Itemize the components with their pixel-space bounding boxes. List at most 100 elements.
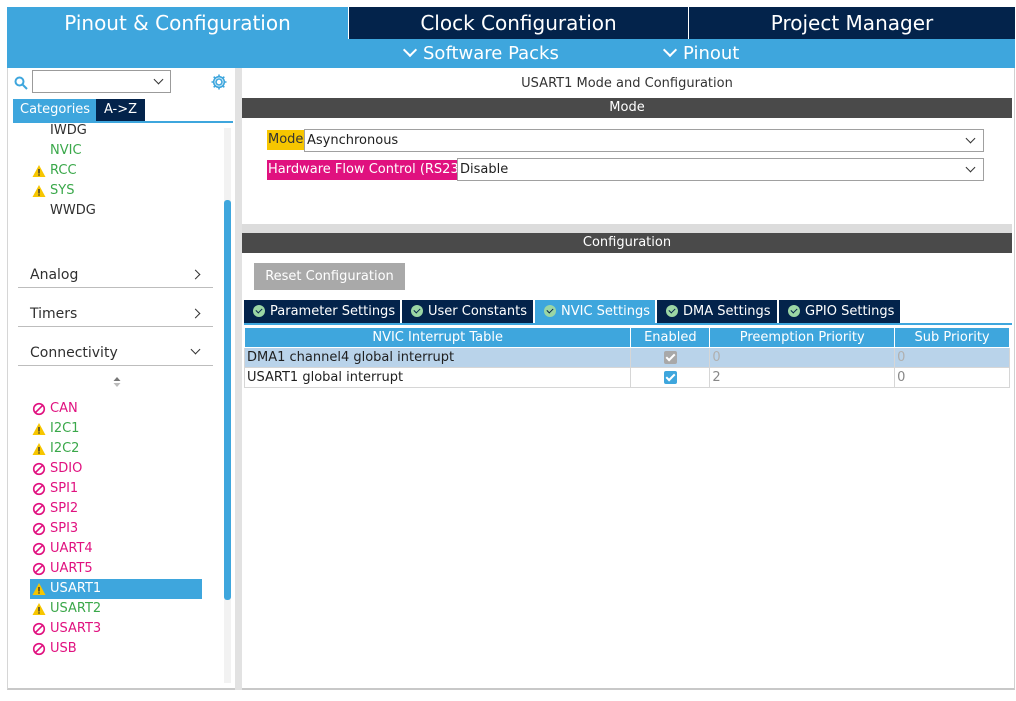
column-header[interactable]: Sub Priority [894,327,1010,348]
preemption-priority-cell: 0 [709,347,896,368]
disabled-icon [32,462,46,476]
sub-priority-cell: 0 [894,347,1010,368]
sub-priority-cell[interactable]: 0 [894,367,1010,388]
list-item-can[interactable]: CAN [30,399,202,419]
list-item-label: I2C1 [50,421,80,436]
disabled-icon [32,562,46,576]
table-row[interactable]: USART1 global interrupt 2 0 [243,367,1010,388]
list-item-label: USART2 [50,601,102,616]
mode-header: Mode [242,98,1012,118]
enabled-checkbox[interactable] [663,371,677,384]
tab-clock-configuration[interactable]: Clock Configuration [348,7,688,39]
warning-icon [32,185,46,197]
list-item-i2c2[interactable]: I2C2 [30,439,202,459]
sub-menu-bar: Software Packs Pinout [7,39,1015,68]
tab-project-manager[interactable]: Project Manager [688,7,1015,39]
list-item-rcc[interactable]: RCC [30,161,202,181]
section-analog[interactable]: Analog [18,260,213,288]
disabled-icon [32,542,46,556]
disabled-icon [32,522,46,536]
list-item-sys[interactable]: SYS [30,181,202,201]
list-item-usart1[interactable]: USART1 [30,579,202,599]
column-header[interactable]: Preemption Priority [709,327,896,348]
list-item-wwdg[interactable]: WWDG [30,201,202,221]
list-item-label: USART3 [50,621,102,636]
tab-label: GPIO Settings [805,304,895,319]
section-label: Timers [30,306,78,322]
chevron-down-icon [965,133,976,144]
list-item-label: IWDG [50,123,87,138]
chevron-down-icon [965,162,976,173]
tab-user-constants[interactable]: User Constants [402,300,533,323]
section-connectivity[interactable]: Connectivity [18,338,213,366]
list-item-usart3[interactable]: USART3 [30,619,202,639]
tab-label: DMA Settings [683,304,771,319]
list-item-iwdg[interactable]: IWDG [30,123,202,141]
list-item-spi3[interactable]: SPI3 [30,519,202,539]
hardware-flow-control-select[interactable]: Disable [457,158,984,181]
warning-icon [32,583,46,595]
mode-select-value: Asynchronous [307,133,399,148]
enabled-cell [630,367,711,388]
list-item-usart2[interactable]: USART2 [30,599,202,619]
mode-label: Mode [267,130,305,150]
list-item-uart4[interactable]: UART4 [30,539,202,559]
tab-label: NVIC Settings [561,304,650,319]
list-item-label: SPI1 [50,481,79,496]
software-packs-menu[interactable]: Software Packs [402,39,559,68]
disabled-icon [32,502,46,516]
search-icon[interactable] [14,76,28,90]
list-item-label: USB [50,641,77,656]
list-item-usb[interactable]: USB [30,639,202,659]
warning-icon [32,603,46,615]
preemption-priority-cell[interactable]: 2 [709,367,896,388]
section-label: Connectivity [30,345,118,361]
list-item-label: UART4 [50,541,93,556]
interrupt-name-cell: USART1 global interrupt [243,367,632,388]
list-item-label: SPI3 [50,521,79,536]
check-circle-icon [253,305,265,317]
tab-pinout-configuration[interactable]: Pinout & Configuration [7,7,348,39]
tab-categories[interactable]: Categories [13,99,96,121]
gear-icon[interactable] [210,73,228,91]
column-header[interactable]: Enabled [630,327,711,348]
warning-icon [32,423,46,435]
list-item-label: SYS [50,183,75,198]
category-tree: IWDG NVIC RCC SYS WWDG Analog Timers Con… [8,123,224,685]
tab-a-to-z[interactable]: A->Z [96,99,145,121]
warning-icon [32,165,46,177]
reset-configuration-button[interactable]: Reset Configuration [254,263,405,290]
list-item-label: NVIC [50,143,82,158]
enabled-checkbox [663,351,677,364]
chevron-down-icon [153,74,164,85]
list-item-spi2[interactable]: SPI2 [30,499,202,519]
disabled-icon [32,402,46,416]
table-row[interactable]: DMA1 channel4 global interrupt 0 0 [243,347,1010,368]
tab-gpio-settings[interactable]: GPIO Settings [779,300,900,323]
section-timers[interactable]: Timers [18,299,213,327]
list-item-i2c1[interactable]: I2C1 [30,419,202,439]
panel-splitter[interactable] [235,68,242,690]
interrupt-name-cell: DMA1 channel4 global interrupt [243,347,632,368]
list-item-uart5[interactable]: UART5 [30,559,202,579]
list-item-sdio[interactable]: SDIO [30,459,202,479]
software-packs-label: Software Packs [423,43,559,64]
list-item-spi1[interactable]: SPI1 [30,479,202,499]
tab-parameter-settings[interactable]: Parameter Settings [244,300,400,323]
section-divider [242,224,1012,233]
mode-select[interactable]: Asynchronous [304,129,984,152]
list-item-label: I2C2 [50,441,80,456]
scrollbar-thumb[interactable] [224,200,231,600]
categories-panel: Categories A->Z IWDG NVIC RCC SYS WWDG A… [7,68,235,690]
configuration-header: Configuration [242,233,1012,253]
pinout-menu[interactable]: Pinout [662,39,739,68]
list-item-label: RCC [50,163,77,178]
column-header[interactable]: NVIC Interrupt Table [243,327,632,348]
chevron-down-icon [662,42,678,58]
list-item-label: USART1 [50,581,102,596]
tab-dma-settings[interactable]: DMA Settings [657,300,777,323]
sort-icon[interactable] [112,376,122,388]
search-combo-input[interactable] [32,70,171,93]
tab-nvic-settings[interactable]: NVIC Settings [535,300,655,323]
list-item-nvic[interactable]: NVIC [30,141,202,161]
